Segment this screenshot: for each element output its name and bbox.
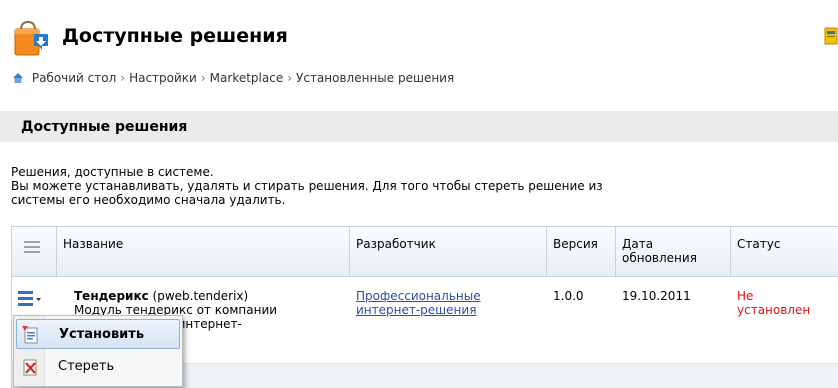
- header-name-label: Название: [63, 237, 124, 251]
- menu-item-erase[interactable]: Стереть: [16, 352, 180, 382]
- install-icon: [22, 326, 38, 344]
- header-version[interactable]: Версия: [547, 227, 616, 276]
- header-date[interactable]: Дата обновления: [616, 227, 731, 276]
- header-date-line: Дата: [622, 237, 654, 251]
- description-line: Вы можете устанавливать, удалять и стира…: [11, 179, 603, 193]
- header-version-label: Версия: [553, 237, 598, 251]
- description-line: Решения, доступные в системе.: [11, 165, 214, 179]
- solution-code: (pweb.tenderix): [152, 289, 249, 303]
- breadcrumb-separator: ›: [287, 71, 293, 85]
- header-developer-label: Разработчик: [356, 237, 436, 251]
- breadcrumb-separator: ›: [120, 71, 126, 85]
- page-title: Доступные решения: [62, 25, 288, 47]
- home-icon[interactable]: [12, 72, 24, 83]
- breadcrumb-marketplace[interactable]: Marketplace: [210, 71, 284, 85]
- header-date-label: Дата обновления: [622, 237, 697, 265]
- shopping-bag-icon: [14, 20, 48, 56]
- breadcrumb-installed: Установленные решения: [296, 71, 455, 85]
- menu-item-erase-label: Стереть: [58, 359, 115, 374]
- status-line: установлен: [737, 303, 811, 317]
- description: Решения, доступные в системе. Вы можете …: [11, 165, 831, 207]
- help-book-icon[interactable]: [824, 27, 838, 45]
- row-version-cell: 1.0.0: [547, 277, 616, 363]
- header-actions-column: [12, 227, 57, 276]
- section-header: Доступные решения: [0, 111, 838, 142]
- row-context-menu: Установить Стереть: [13, 315, 183, 387]
- date-value: 19.10.2011: [622, 289, 691, 303]
- page-header: Доступные решения: [12, 20, 838, 56]
- table-header: Название Разработчик Версия Дата обновле…: [12, 227, 838, 277]
- row-menu-button[interactable]: [18, 289, 44, 307]
- solution-name: Тендерикс: [74, 289, 149, 303]
- row-developer-cell: Профессиональные интернет-решения: [350, 277, 547, 363]
- header-date-line: обновления: [622, 251, 697, 265]
- menu-item-install-label: Установить: [59, 327, 145, 342]
- breadcrumb-desktop[interactable]: Рабочий стол: [32, 71, 116, 85]
- header-developer[interactable]: Разработчик: [350, 227, 547, 276]
- developer-link[interactable]: интернет-решения: [356, 303, 481, 317]
- status-line: Не: [737, 289, 754, 303]
- header-status-label: Статус: [737, 237, 781, 251]
- menu-item-install[interactable]: Установить: [16, 319, 180, 349]
- breadcrumb-settings[interactable]: Настройки: [129, 71, 197, 85]
- section-title: Доступные решения: [21, 119, 188, 135]
- developer-link[interactable]: Профессиональные: [356, 289, 481, 303]
- row-date-cell: 19.10.2011: [616, 277, 731, 363]
- description-line: системы его необходимо сначала удалить.: [11, 193, 286, 207]
- header-status[interactable]: Статус: [731, 227, 838, 276]
- menu-lines-icon[interactable]: [24, 241, 40, 253]
- status-badge: Не установлен: [737, 289, 810, 317]
- header-name[interactable]: Название: [57, 227, 350, 276]
- breadcrumb: Рабочий стол › Настройки › Marketplace › Устан…: [12, 71, 454, 85]
- erase-icon: [23, 359, 37, 376]
- version-value: 1.0.0: [553, 289, 584, 303]
- breadcrumb-separator: ›: [200, 71, 206, 85]
- row-status-cell: Не установлен: [731, 277, 838, 363]
